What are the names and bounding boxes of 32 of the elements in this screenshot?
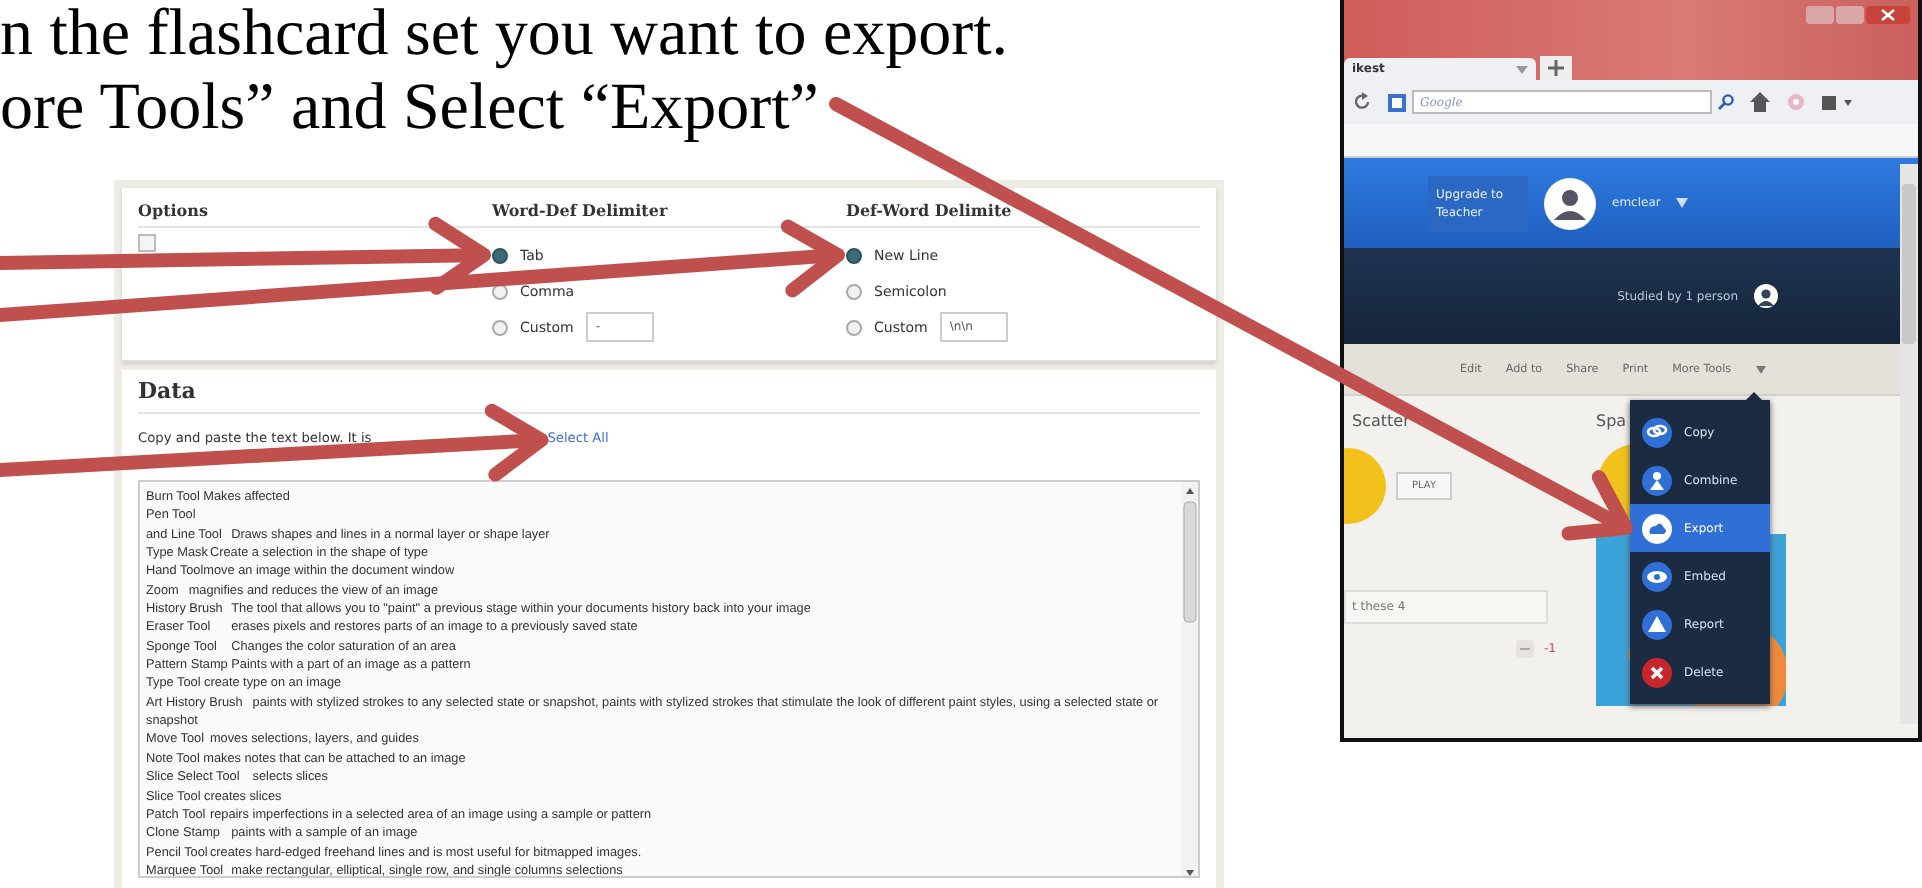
set-title: Scatter — [1352, 412, 1412, 430]
avatar-icon — [1754, 284, 1778, 308]
search-icon — [1718, 94, 1734, 110]
delimiter-heading: Def-Word Delimite — [846, 200, 1200, 228]
reload-icon — [1352, 92, 1372, 112]
link-icon — [1642, 417, 1672, 447]
radio-button[interactable] — [492, 247, 508, 263]
instruction-text: n the flashcard set you want to export. — [0, 0, 1009, 72]
x-icon — [1642, 657, 1672, 687]
search-engine-icon — [1388, 93, 1406, 111]
radio-button[interactable] — [846, 283, 862, 299]
caret-icon — [1755, 365, 1766, 373]
radio-button[interactable] — [492, 319, 508, 335]
radio-button[interactable] — [846, 247, 862, 263]
options-heading: Options — [138, 200, 492, 228]
set-title: Spa — [1596, 412, 1629, 430]
export-text-area[interactable] — [138, 480, 1200, 878]
minus-icon — [1516, 640, 1535, 658]
person-icon — [1642, 465, 1672, 495]
window-controls-icon — [1806, 6, 1910, 26]
cloud-icon — [1642, 513, 1672, 543]
eye-icon — [1642, 561, 1672, 591]
data-heading: Data — [138, 378, 1200, 414]
caret-icon — [1676, 198, 1689, 208]
sun-icon — [1344, 446, 1388, 526]
home-icon — [1750, 92, 1770, 112]
checkbox[interactable] — [138, 234, 156, 252]
delimiter-heading: Word-Def Delimiter — [492, 200, 846, 228]
avatar-icon — [1544, 177, 1596, 229]
instruction-text: ore Tools” and Select “Export” — [0, 72, 821, 146]
caret-icon — [1516, 63, 1528, 75]
radio-button[interactable] — [846, 319, 862, 335]
